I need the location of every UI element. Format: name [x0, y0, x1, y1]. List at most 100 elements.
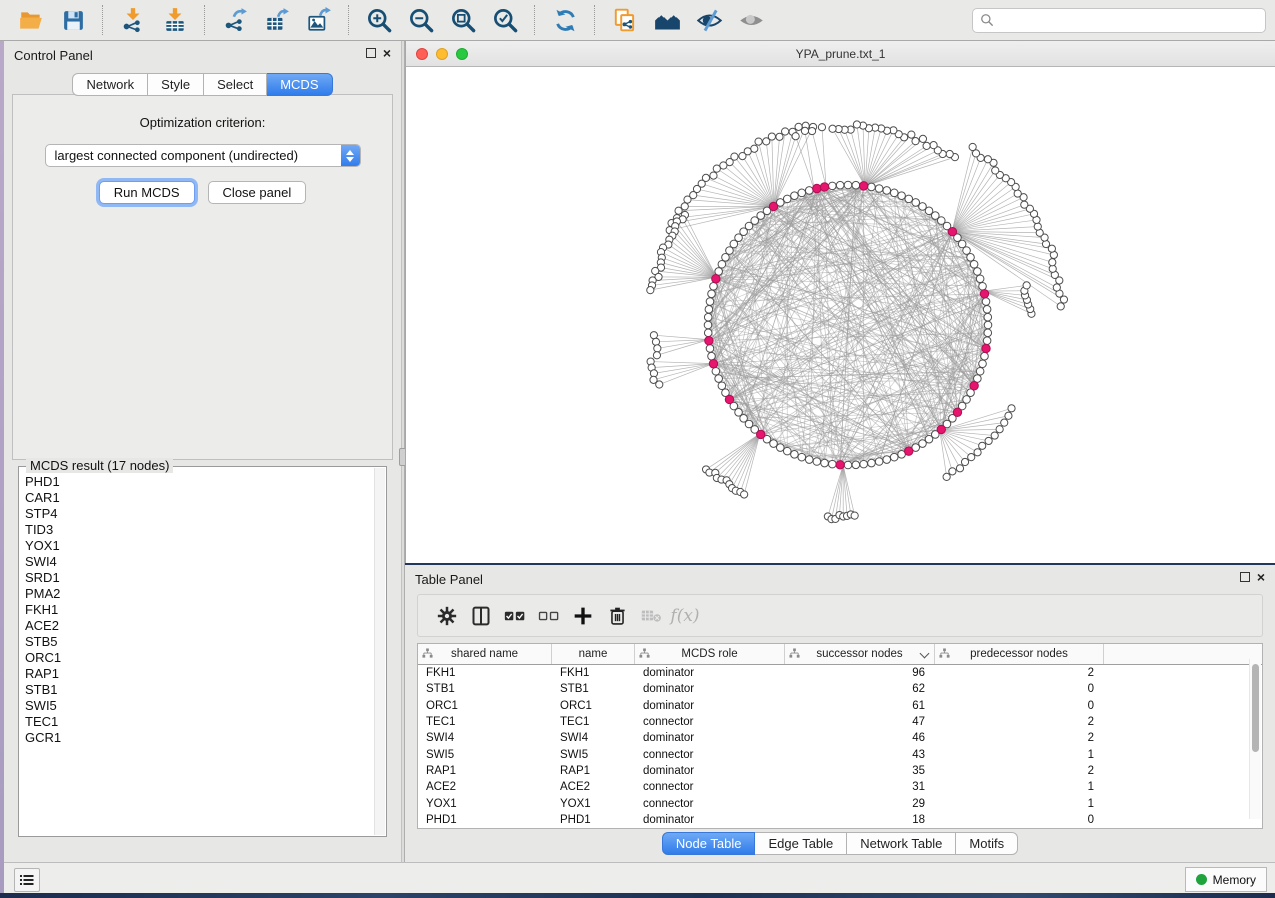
- delete-column-icon[interactable]: [600, 601, 634, 631]
- table-cell[interactable]: 29: [785, 798, 935, 810]
- table-cell[interactable]: 62: [785, 683, 935, 695]
- table-cell[interactable]: 96: [785, 667, 935, 679]
- table-cell[interactable]: STB1: [552, 683, 635, 695]
- tab-motifs[interactable]: Motifs: [956, 832, 1018, 855]
- tab-mcds[interactable]: MCDS: [267, 73, 332, 96]
- table-cell[interactable]: SWI5: [418, 749, 552, 761]
- run-mcds-button[interactable]: Run MCDS: [99, 181, 195, 204]
- mcds-result-item[interactable]: ACE2: [25, 618, 382, 634]
- table-row[interactable]: ACE2ACE2connector311: [418, 779, 1262, 795]
- table-cell[interactable]: connector: [635, 749, 785, 761]
- mcds-result-item[interactable]: YOX1: [25, 538, 382, 554]
- save-session-icon[interactable]: [58, 5, 88, 35]
- tab-node-table[interactable]: Node Table: [662, 832, 756, 855]
- import-network-file-icon[interactable]: [118, 5, 148, 35]
- table-cell[interactable]: ORC1: [552, 700, 635, 712]
- table-cell[interactable]: 43: [785, 749, 935, 761]
- table-cell[interactable]: 1: [935, 749, 1104, 761]
- float-panel-icon[interactable]: [1240, 572, 1250, 582]
- table-cell[interactable]: 2: [935, 667, 1104, 679]
- table-cell[interactable]: connector: [635, 716, 785, 728]
- sort-chevron-down-icon[interactable]: [920, 649, 930, 659]
- mcds-result-item[interactable]: STB1: [25, 682, 382, 698]
- float-panel-icon[interactable]: [366, 48, 376, 58]
- table-scrollbar-thumb[interactable]: [1252, 664, 1259, 752]
- table-cell[interactable]: 0: [935, 814, 1104, 826]
- table-cell[interactable]: STB1: [418, 683, 552, 695]
- tab-select[interactable]: Select: [204, 73, 267, 96]
- table-cell[interactable]: FKH1: [552, 667, 635, 679]
- table-scrollbar[interactable]: [1249, 659, 1261, 819]
- open-session-icon[interactable]: [16, 5, 46, 35]
- table-cell[interactable]: dominator: [635, 814, 785, 826]
- table-row[interactable]: YOX1YOX1connector291: [418, 795, 1262, 811]
- table-cell[interactable]: ACE2: [552, 781, 635, 793]
- tab-edge-table[interactable]: Edge Table: [755, 832, 847, 855]
- table-cell[interactable]: YOX1: [418, 798, 552, 810]
- mcds-result-item[interactable]: RAP1: [25, 666, 382, 682]
- table-cell[interactable]: SWI5: [552, 749, 635, 761]
- column-header-mcds-role[interactable]: MCDS role: [635, 644, 785, 664]
- mcds-result-item[interactable]: TID3: [25, 522, 382, 538]
- mcds-result-item[interactable]: PMA2: [25, 586, 382, 602]
- table-cell[interactable]: FKH1: [418, 667, 552, 679]
- table-cell[interactable]: RAP1: [552, 765, 635, 777]
- table-cell[interactable]: TEC1: [552, 716, 635, 728]
- export-table-icon[interactable]: [262, 5, 292, 35]
- table-cell[interactable]: SWI4: [552, 732, 635, 744]
- mcds-result-item[interactable]: STB5: [25, 634, 382, 650]
- table-cell[interactable]: 2: [935, 765, 1104, 777]
- mcds-result-item[interactable]: STP4: [25, 506, 382, 522]
- close-panel-icon[interactable]: ×: [383, 48, 391, 58]
- column-header-name[interactable]: name: [552, 644, 635, 664]
- table-cell[interactable]: 31: [785, 781, 935, 793]
- table-cell[interactable]: dominator: [635, 667, 785, 679]
- destroy-network-icon[interactable]: [652, 5, 682, 35]
- table-row[interactable]: SWI5SWI5connector431: [418, 746, 1262, 762]
- table-cell[interactable]: 35: [785, 765, 935, 777]
- table-cell[interactable]: 2: [935, 716, 1104, 728]
- table-cell[interactable]: PHD1: [552, 814, 635, 826]
- table-cell[interactable]: SWI4: [418, 732, 552, 744]
- mcds-result-item[interactable]: PHD1: [25, 474, 382, 490]
- column-header-predecessor-nodes[interactable]: predecessor nodes: [935, 644, 1104, 664]
- search-box[interactable]: [972, 8, 1266, 33]
- table-cell[interactable]: connector: [635, 781, 785, 793]
- table-cell[interactable]: 61: [785, 700, 935, 712]
- table-row[interactable]: TEC1TEC1connector472: [418, 714, 1262, 730]
- table-cell[interactable]: TEC1: [418, 716, 552, 728]
- table-cell[interactable]: 18: [785, 814, 935, 826]
- deselect-all-icon[interactable]: [532, 601, 566, 631]
- table-cell[interactable]: 0: [935, 683, 1104, 695]
- table-cell[interactable]: dominator: [635, 683, 785, 695]
- network-nodes[interactable]: [647, 121, 1068, 523]
- tab-network[interactable]: Network: [72, 73, 148, 96]
- zoom-fit-icon[interactable]: [448, 5, 478, 35]
- new-column-icon[interactable]: [566, 601, 600, 631]
- network-window-titlebar[interactable]: YPA_prune.txt_1: [406, 41, 1275, 67]
- mcds-result-item[interactable]: SRD1: [25, 570, 382, 586]
- mcds-result-item[interactable]: TEC1: [25, 714, 382, 730]
- mcds-result-item[interactable]: SWI4: [25, 554, 382, 570]
- table-cell[interactable]: 0: [935, 700, 1104, 712]
- mcds-result-item[interactable]: CAR1: [25, 490, 382, 506]
- table-cell[interactable]: 1: [935, 798, 1104, 810]
- export-network-icon[interactable]: [220, 5, 250, 35]
- table-row[interactable]: RAP1RAP1dominator352: [418, 763, 1262, 779]
- zoom-in-icon[interactable]: [364, 5, 394, 35]
- table-cell[interactable]: 1: [935, 781, 1104, 793]
- network-canvas[interactable]: [406, 67, 1274, 563]
- export-image-icon[interactable]: [304, 5, 334, 35]
- table-cell[interactable]: connector: [635, 798, 785, 810]
- mcds-result-item[interactable]: ORC1: [25, 650, 382, 666]
- mcds-result-item[interactable]: FKH1: [25, 602, 382, 618]
- table-cell[interactable]: RAP1: [418, 765, 552, 777]
- clone-network-icon[interactable]: [610, 5, 640, 35]
- mcds-list-scrollbar[interactable]: [374, 468, 385, 835]
- close-panel-icon[interactable]: ×: [1257, 572, 1265, 582]
- close-panel-button[interactable]: Close panel: [208, 181, 307, 204]
- table-cell[interactable]: dominator: [635, 732, 785, 744]
- search-input[interactable]: [999, 12, 1258, 28]
- table-row[interactable]: SWI4SWI4dominator462: [418, 730, 1262, 746]
- refresh-view-icon[interactable]: [550, 5, 580, 35]
